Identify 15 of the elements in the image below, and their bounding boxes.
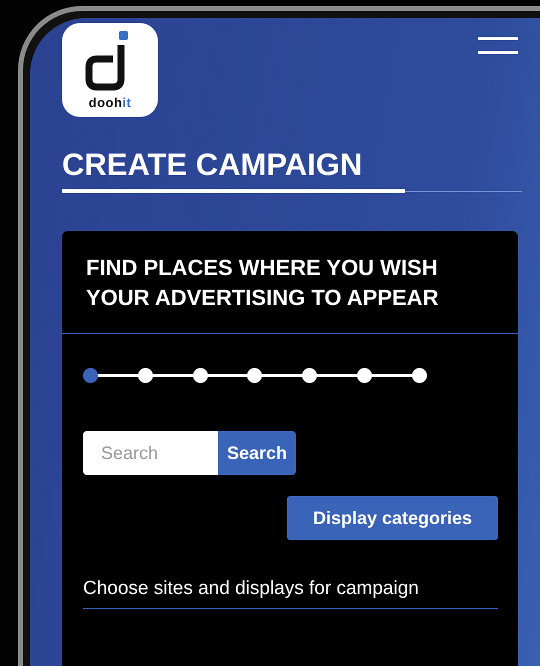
search-field[interactable]: Search [83, 431, 218, 475]
step-dot[interactable] [357, 368, 372, 383]
section-label: Choose sites and displays for campaign [83, 578, 498, 609]
step-dot[interactable] [138, 368, 153, 383]
step-dot[interactable] [83, 368, 98, 383]
step-dot[interactable] [302, 368, 318, 383]
step-dot[interactable] [412, 368, 427, 383]
step-dot[interactable] [192, 368, 208, 383]
card-heading: FIND PLACES WHERE YOU WISH YOUR ADVERTISING TO APPEAR [62, 231, 518, 334]
menu-icon[interactable] [478, 37, 518, 55]
step-dot[interactable] [247, 368, 262, 383]
search-button[interactable]: Search [218, 431, 296, 475]
page-title: CREATE CAMPAIGN [62, 147, 364, 183]
display-categories-button[interactable]: Display categories [287, 496, 498, 540]
logo-text: doohit [88, 94, 132, 110]
